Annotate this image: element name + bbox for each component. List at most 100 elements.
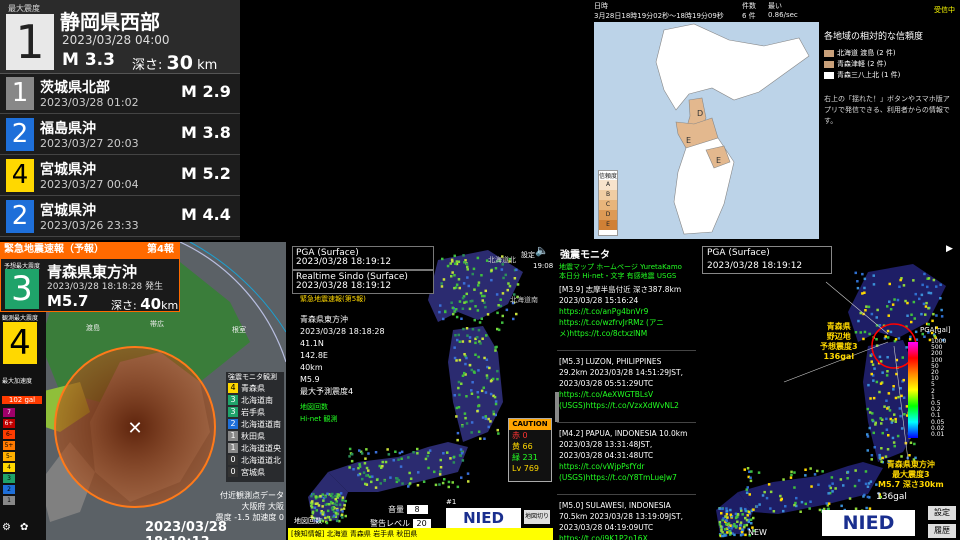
station-dot (465, 422, 469, 425)
level-label: 警告レベル (370, 519, 410, 528)
station-dot (747, 520, 751, 524)
station-dot (739, 507, 743, 510)
station-dot (494, 402, 498, 406)
station-dot (472, 267, 476, 271)
station-dot (453, 286, 456, 290)
station-dot (886, 356, 889, 359)
station-dot (864, 309, 867, 312)
station-dot (348, 447, 352, 451)
station-dot (461, 374, 465, 377)
pga-color-scale (908, 342, 918, 438)
station-dot (470, 368, 473, 372)
gear-icon[interactable]: ✿ (20, 522, 28, 533)
station-dot (500, 268, 504, 271)
station-dot (935, 285, 938, 288)
count-level: Lv 769 (512, 464, 540, 473)
station-dot (395, 477, 398, 480)
trust-side-panel: 各地域の相対的な信頼度 北海道 渡島 (2 件) 青森津軽 (2 件) 青森三八上北… (820, 22, 960, 240)
trust-note: 右上の「揺れた！」ボタンやスマホ版アプリで発信できる、利用者からの情報です。 (824, 95, 950, 125)
station-dot (314, 495, 317, 498)
quake-list-item[interactable]: 2 宮城県沖 2023/03/26 23:33 M 4.4 (0, 197, 240, 237)
eew-clock: 2023/03/28 18:19:13 (145, 520, 227, 540)
station-dot (888, 282, 891, 286)
settings-icon[interactable]: ⚙ (2, 522, 11, 533)
rts-setting-button[interactable]: 設定 (521, 250, 535, 260)
station-dot (804, 468, 807, 471)
station-dot (336, 509, 339, 512)
station-dot (374, 451, 378, 454)
quake-list-item[interactable]: 1 茨城県北部 2023/03/28 01:02 M 2.9 (0, 74, 240, 114)
news-links-2[interactable]: 本日分 Hi-net・文字 有感地震 USGS (559, 271, 676, 281)
map-switch-button[interactable]: 地図切り (524, 510, 550, 524)
station-dot (416, 452, 419, 455)
station-dot (752, 516, 755, 520)
level-select[interactable]: 20 (412, 519, 431, 528)
station-dot (455, 359, 458, 362)
settings-button[interactable]: 設定 (928, 506, 956, 520)
station-dot (512, 317, 515, 321)
station-dot (496, 377, 499, 381)
station-dot (317, 504, 321, 507)
news-link-y[interactable]: https://t.co/j9K1P2n16X (559, 533, 697, 540)
station-dot (469, 300, 472, 303)
news-item[interactable]: [M3.9] 志摩半島付近 深さ387.8km 2023/03/28 15:16:… (559, 284, 697, 339)
volume-control[interactable]: 音量 8 (388, 504, 428, 515)
station-dot (473, 318, 476, 322)
station-dot (456, 438, 459, 442)
trust-map[interactable]: D E E 信頼度 ABCDE (594, 22, 819, 239)
news-link-y[interactable]: https://t.co/anPg4bnVr9 (559, 306, 697, 317)
station-dot (375, 478, 379, 481)
station-dot (357, 473, 360, 477)
station-dot (408, 471, 411, 475)
station-dot (358, 449, 361, 452)
eew-depth-value: 40 (140, 295, 162, 313)
play-icon[interactable]: ▶ (946, 244, 953, 254)
news-item[interactable]: [M5.0] SULAWESI, INDONESIA 70.5km 2023/03… (559, 500, 697, 540)
station-dot (870, 372, 873, 376)
news-head: [M5.0] SULAWESI, INDONESIA (559, 501, 671, 510)
history-button[interactable]: 履歴 (928, 524, 956, 538)
speaker-icon[interactable]: 🔈 (535, 244, 549, 257)
station-dot (914, 292, 917, 296)
station-dot (458, 340, 462, 343)
station-dot (866, 407, 869, 411)
station-dot (321, 505, 324, 508)
station-dot (725, 519, 728, 522)
quake-list-item[interactable]: 4 宮城県沖 2023/03/27 00:04 M 5.2 (0, 156, 240, 196)
news-time: 29.2km 2023/03/28 14:51:29JST, 2023/03/2… (559, 368, 683, 388)
news-item[interactable]: [M4.2] PAPUA, INDONESIA 10.0km 2023/03/28… (559, 428, 697, 483)
quake-list-item[interactable]: 2 福島県沖 2023/03/27 20:03 M 3.8 (0, 115, 240, 155)
station-dot (758, 503, 761, 506)
station-dot (885, 417, 888, 421)
news-link-g[interactable]: https://t.co/wzfrvJrRMz (アニメ)https://t.c… (559, 317, 697, 339)
station-dot (476, 409, 479, 413)
station-dot (484, 305, 487, 309)
station-intensity: 4 (228, 383, 238, 393)
station-dot (329, 518, 332, 522)
news-link-g[interactable]: (USGS)https://t.co/Y8TmLueJw7 (559, 472, 697, 483)
volume-select[interactable]: 8 (406, 505, 428, 514)
news-item[interactable]: [M5.3] LUZON, PHILIPPINES 29.2km 2023/03/… (559, 356, 697, 411)
latest-quake-time: 2023/03/28 04:00 (62, 33, 170, 47)
date-label: 日時 (594, 2, 608, 10)
news-link-y[interactable]: https://t.co/vWjpPsfYdr (559, 461, 697, 472)
news-link-g[interactable]: (USGS)https://t.co/VzxXdWvNL2 (559, 400, 697, 411)
station-dot (453, 310, 456, 313)
station-row: 1 北海道道央 (226, 442, 284, 454)
latest-quake-card[interactable]: 最大震度 1 静岡県西部 2023/03/28 04:00 M 3.3 深さ: … (0, 0, 240, 74)
station-dot (757, 471, 761, 474)
quake-news-feed: 強震モニタ 地震マップ ホームページ YuretaKamo 本日分 Hi-net… (555, 242, 698, 540)
station-dot (352, 468, 355, 471)
eew-title: 緊急地震速報（予報） (4, 244, 104, 255)
station-dot (861, 292, 864, 295)
news-scrollbar[interactable] (555, 392, 559, 422)
station-dot (718, 523, 722, 526)
obs-label: 観測最大震度 (2, 315, 39, 322)
station-dot (341, 516, 344, 519)
eew-card: 予想最大震度 3 青森県東方沖 2023/03/28 18:18:28 発生 M… (0, 258, 180, 313)
news-link-y[interactable]: https://t.co/AeXWGTBLsV (559, 389, 697, 400)
station-dot (505, 308, 509, 312)
station-dot (719, 525, 723, 528)
station-dot (451, 260, 454, 263)
station-dot (750, 470, 753, 473)
